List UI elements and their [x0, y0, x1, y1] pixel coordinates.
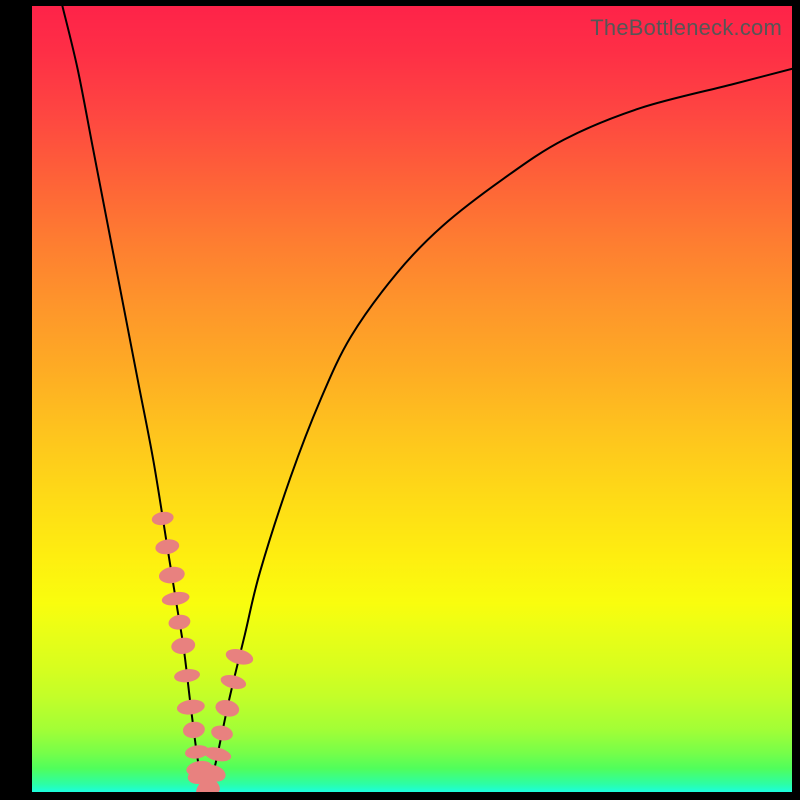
- bead-marker: [219, 673, 247, 692]
- chart-frame: TheBottleneck.com: [0, 0, 800, 800]
- bead-marker: [151, 510, 175, 526]
- bead-marker: [154, 538, 180, 556]
- bead-marker: [170, 636, 196, 655]
- bead-marker: [210, 724, 235, 743]
- curve-svg: [32, 6, 792, 792]
- bead-marker: [176, 698, 206, 716]
- bottleneck-curve: [62, 6, 792, 792]
- bead-marker: [182, 720, 206, 739]
- plot-area: TheBottleneck.com: [32, 6, 792, 792]
- bead-marker: [158, 565, 186, 585]
- bead-cluster: [151, 510, 255, 792]
- bead-marker: [173, 668, 200, 684]
- bead-marker: [167, 613, 191, 631]
- bead-marker: [214, 698, 241, 719]
- bead-marker: [224, 646, 255, 667]
- bead-marker: [161, 590, 191, 607]
- watermark-text: TheBottleneck.com: [590, 15, 782, 41]
